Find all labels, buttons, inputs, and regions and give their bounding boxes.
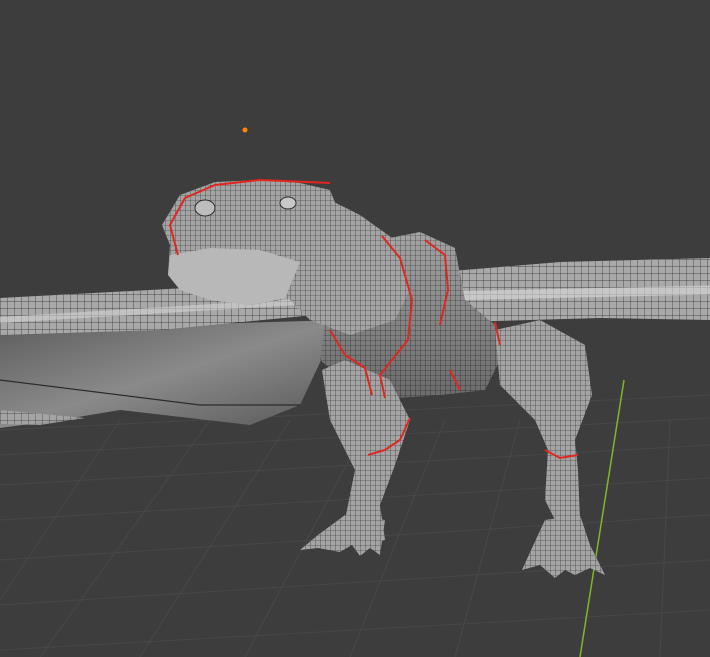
dragon-eye-left: [194, 199, 216, 217]
left-front-claws: [300, 515, 385, 556]
left-wing-membrane: [0, 320, 340, 428]
right-front-leg: [495, 320, 592, 530]
dragon-eye-right: [279, 196, 297, 210]
right-front-claws: [522, 515, 605, 578]
origin-marker[interactable]: [242, 127, 248, 133]
3d-viewport[interactable]: [0, 0, 710, 657]
viewport-canvas[interactable]: [0, 0, 710, 657]
